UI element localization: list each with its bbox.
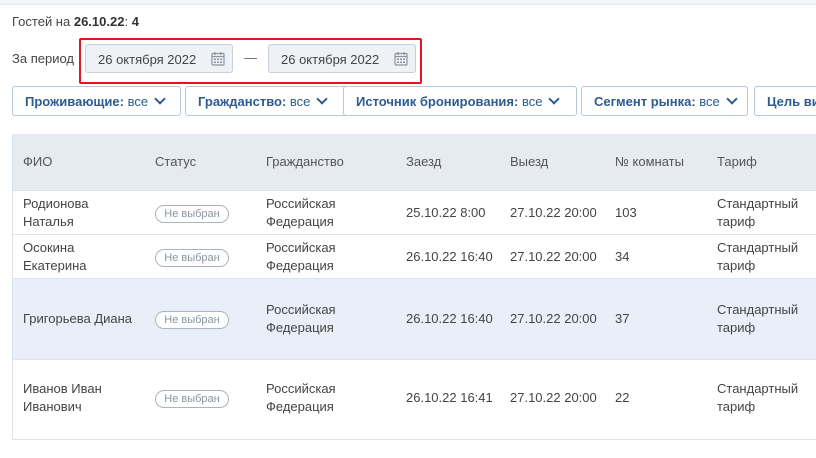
- guests-count: 4: [131, 14, 139, 29]
- date-to-field[interactable]: 26 октября 2022: [268, 44, 416, 73]
- chevron-down-icon: [726, 93, 738, 105]
- status-badge[interactable]: Не выбран: [155, 205, 229, 223]
- cell-room: 103: [615, 205, 637, 220]
- cell-checkin: 26.10.22 16:40: [406, 311, 493, 326]
- filter-label: Цель ви: [767, 94, 816, 109]
- guests-prefix: Гостей на: [12, 14, 74, 29]
- cell-tariff: Стандартный тариф: [717, 381, 799, 414]
- col-status[interactable]: Статус: [155, 154, 196, 169]
- cell-checkout: 27.10.22 20:00: [510, 311, 597, 326]
- cell-checkout: 27.10.22 20:00: [510, 205, 597, 220]
- chevron-down-icon: [154, 93, 166, 105]
- table-header: ФИО Статус Гражданство Заезд Выезд № ком…: [13, 134, 816, 190]
- top-strip: [0, 0, 816, 5]
- guests-summary: Гостей на 26.10.22: 4: [12, 14, 139, 29]
- col-name[interactable]: ФИО: [23, 154, 52, 169]
- table-row[interactable]: Осокина Екатерина Не выбран Российская Фед…: [13, 234, 816, 278]
- cell-name: Иванов Иван Иванович: [23, 381, 102, 414]
- cell-name: Родионова Наталья: [23, 196, 89, 229]
- cell-room: 34: [615, 249, 630, 264]
- cell-citizenship: Российская Федерация: [266, 196, 336, 229]
- col-tariff[interactable]: Тариф: [717, 154, 757, 169]
- cell-checkin: 25.10.22 8:00: [406, 205, 486, 220]
- date-from-field[interactable]: 26 октября 2022: [85, 44, 233, 73]
- cell-checkout: 27.10.22 20:00: [510, 249, 597, 264]
- filter-label: Источник бронирования:: [356, 94, 519, 109]
- cell-room: 22: [615, 390, 630, 405]
- filter-booking-source[interactable]: Источник бронирования: все: [343, 86, 577, 116]
- table-row[interactable]: Иванов Иван Иванович Не выбран Российская…: [13, 359, 816, 440]
- cell-checkin: 26.10.22 16:41: [406, 390, 493, 405]
- guests-table: ФИО Статус Гражданство Заезд Выезд № ком…: [12, 134, 816, 440]
- date-to-value: 26 октября 2022: [281, 52, 380, 67]
- col-checkin[interactable]: Заезд: [406, 154, 441, 169]
- period-label: За период: [12, 51, 74, 66]
- guests-date: 26.10.22: [73, 14, 125, 29]
- filter-visit-purpose[interactable]: Цель ви: [754, 86, 816, 116]
- filter-market-segment[interactable]: Сегмент рынка: все: [581, 86, 748, 116]
- cell-citizenship: Российская Федерация: [266, 381, 336, 414]
- cell-tariff: Стандартный тариф: [717, 240, 799, 273]
- filter-label: Гражданство:: [198, 94, 287, 109]
- calendar-icon[interactable]: [394, 51, 408, 66]
- table-row[interactable]: Григорьева Диана Не выбран Российская Фед…: [13, 278, 816, 359]
- status-badge[interactable]: Не выбран: [155, 311, 229, 329]
- guests-sep: :: [124, 14, 132, 29]
- cell-tariff: Стандартный тариф: [717, 196, 799, 229]
- period-dash: —: [244, 50, 257, 65]
- status-badge[interactable]: Не выбран: [155, 249, 229, 267]
- cell-room: 37: [615, 311, 630, 326]
- filter-label: Проживающие:: [25, 94, 124, 109]
- table-row[interactable]: Родионова Наталья Не выбран Российская Фед…: [13, 190, 816, 234]
- filter-value: все: [699, 94, 720, 109]
- col-citizenship[interactable]: Гражданство: [266, 154, 344, 169]
- chevron-down-icon: [548, 93, 561, 105]
- cell-name: Григорьева Диана: [23, 311, 133, 326]
- filter-value: все: [289, 94, 311, 109]
- date-from-value: 26 октября 2022: [98, 52, 197, 67]
- status-badge[interactable]: Не выбран: [155, 390, 229, 408]
- cell-checkin: 26.10.22 16:40: [406, 249, 493, 264]
- cell-citizenship: Российская Федерация: [266, 240, 336, 273]
- cell-tariff: Стандартный тариф: [717, 302, 799, 335]
- filter-value: все: [127, 94, 149, 109]
- cell-citizenship: Российская Федерация: [266, 302, 336, 335]
- col-room[interactable]: № комнаты: [615, 154, 684, 169]
- filter-label: Сегмент рынка:: [594, 94, 696, 109]
- chevron-down-icon: [316, 93, 329, 105]
- cell-name: Осокина Екатерина: [23, 240, 87, 273]
- calendar-icon[interactable]: [211, 51, 225, 66]
- filter-citizenship[interactable]: Гражданство: все: [185, 86, 352, 116]
- cell-checkout: 27.10.22 20:00: [510, 390, 597, 405]
- filter-value: все: [521, 94, 543, 109]
- col-checkout[interactable]: Выезд: [510, 154, 548, 169]
- filter-residents[interactable]: Проживающие: все: [12, 86, 181, 116]
